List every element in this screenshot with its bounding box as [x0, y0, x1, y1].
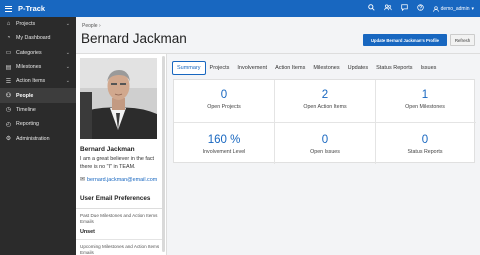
stat-value: 0 — [421, 134, 429, 146]
chevron-right-icon: › — [98, 23, 101, 29]
stat-open-action-items[interactable]: 2 Open Action Items — [275, 89, 375, 110]
stat-label: Open Projects — [207, 104, 241, 110]
stat-open-projects[interactable]: 0 Open Projects — [174, 89, 274, 110]
header-actions: demo_admin ▾ — [367, 0, 474, 17]
sidebar-item-people[interactable]: ⚇ People — [0, 88, 76, 103]
page-title: Bernard Jackman — [81, 31, 187, 46]
profile-scrollbar[interactable] — [162, 56, 165, 252]
preference-label: Upcoming Milestones and Action Items Ema… — [80, 244, 160, 255]
chevron-down-icon: ▾ — [471, 5, 474, 12]
email-preferences-title: User Email Preferences — [80, 195, 151, 202]
summary-stats: 0 Open Projects 2 Open Action Items 1 Op… — [173, 79, 476, 164]
chart-icon: ◴ — [5, 121, 12, 128]
breadcrumb-people[interactable]: People — [82, 23, 98, 29]
sidebar-item-label: Projects — [16, 21, 36, 28]
sidebar-item-milestones[interactable]: ▤ Milestones ⌄ — [0, 60, 76, 74]
sidebar-item-label: Categories — [16, 49, 42, 56]
sidebar-item-action-items[interactable]: ☰ Action Items ⌄ — [0, 74, 76, 88]
preferences-divider — [76, 239, 162, 240]
dashboard-icon: ◔ — [6, 35, 11, 42]
chevron-down-icon[interactable]: ⌄ — [66, 78, 70, 84]
sidebar-item-my-dashboard[interactable]: ◔ My Dashboard — [0, 31, 76, 45]
refresh-button[interactable]: Refresh — [450, 34, 475, 46]
sidebar-item-label: People — [16, 92, 34, 99]
people-icon[interactable] — [383, 4, 392, 13]
menu-toggle-icon[interactable] — [0, 0, 17, 17]
sidebar-item-categories[interactable]: ▭ Categories ⌄ — [0, 46, 76, 60]
stat-label: Involvement Level — [202, 149, 246, 155]
tab-involvement[interactable]: Involvement — [233, 61, 271, 75]
app-title[interactable]: P-Track — [18, 4, 45, 13]
chevron-down-icon[interactable]: ⌄ — [66, 21, 70, 27]
stat-label: Open Issues — [310, 149, 340, 155]
tab-issues[interactable]: Issues — [417, 61, 441, 75]
sidebar-item-label: Action Items — [16, 78, 46, 85]
sidebar-item-label: My Dashboard — [16, 35, 51, 42]
stats-divider — [174, 122, 476, 123]
sidebar-item-label: Reporting — [16, 121, 39, 128]
chevron-down-icon[interactable]: ⌄ — [66, 50, 70, 56]
help-icon[interactable] — [416, 4, 424, 13]
search-icon[interactable] — [367, 4, 375, 13]
mail-icon: ✉ — [80, 177, 86, 183]
stat-open-milestones[interactable]: 1 Open Milestones — [375, 89, 475, 110]
preference-label: Past Due Milestones and Action Items Ema… — [80, 213, 158, 224]
sidebar-item-label: Milestones — [16, 64, 42, 71]
tab-projects[interactable]: Projects — [206, 61, 234, 75]
profile-photo — [80, 58, 157, 139]
stat-value: 0 — [321, 134, 329, 146]
gear-icon: ⚙ — [5, 136, 12, 143]
stat-label: Status Reports — [407, 149, 443, 155]
tab-status-reports[interactable]: Status Reports — [372, 61, 416, 75]
tab-action-items[interactable]: Action Items — [271, 61, 309, 75]
clock-icon: ◷ — [5, 107, 12, 114]
home-icon: ⌂ — [6, 21, 11, 28]
folder-icon: ▭ — [5, 50, 12, 57]
user-menu[interactable]: demo_admin ▾ — [432, 5, 474, 12]
preference-value: Unset — [80, 229, 95, 235]
tab-updates[interactable]: Updates — [344, 61, 373, 75]
chat-icon[interactable] — [400, 4, 408, 13]
milestone-icon: ▤ — [5, 64, 12, 71]
sidebar-item-reporting[interactable]: ◴ Reporting — [0, 117, 76, 131]
chevron-down-icon[interactable]: ⌄ — [66, 64, 70, 70]
profile-email-link[interactable]: bernard.jackman@email.com — [87, 177, 157, 183]
sidebar-item-label: Timeline — [16, 106, 36, 113]
stat-label: Open Milestones — [405, 104, 445, 110]
profile-email[interactable]: ✉ bernard.jackman@email.com — [80, 176, 157, 184]
tab-milestones[interactable]: Milestones — [309, 61, 343, 75]
sidebar-item-administration[interactable]: ⚙ Administration — [0, 131, 76, 145]
profile-name: Bernard Jackman — [80, 146, 135, 153]
stat-value: 160 % — [207, 134, 241, 146]
user-name: demo_admin — [440, 5, 470, 12]
top-bar: P-Track demo_admin ▾ — [0, 0, 480, 17]
stat-label: Open Action Items — [303, 104, 347, 110]
user-icon — [432, 5, 439, 12]
stat-status-reports[interactable]: 0 Status Reports — [375, 134, 475, 155]
profile-bio: I am a great believer in the fact there … — [80, 156, 155, 170]
sidebar: ⌂ Projects ⌄ ◔ My Dashboard ▭ Categories… — [0, 17, 76, 255]
sidebar-item-timeline[interactable]: ◷ Timeline — [0, 103, 76, 117]
stat-involvement-level[interactable]: 160 % Involvement Level — [174, 134, 274, 155]
profile-tabs: Summary Projects Involvement Action Item… — [172, 61, 440, 75]
people-icon: ⚇ — [5, 93, 12, 100]
preferences-divider — [76, 208, 162, 209]
tab-summary[interactable]: Summary — [172, 61, 206, 75]
checklist-icon: ☰ — [5, 78, 12, 85]
stat-value: 1 — [421, 89, 429, 101]
stat-open-issues[interactable]: 0 Open Issues — [275, 134, 375, 155]
update-profile-button[interactable]: Update Bernard Jackman's Profile — [363, 34, 447, 46]
sidebar-item-label: Administration — [16, 135, 50, 142]
breadcrumb[interactable]: People › — [82, 23, 101, 29]
stat-value: 2 — [321, 89, 329, 101]
sidebar-item-projects[interactable]: ⌂ Projects ⌄ — [0, 17, 76, 31]
stat-value: 0 — [220, 89, 228, 101]
